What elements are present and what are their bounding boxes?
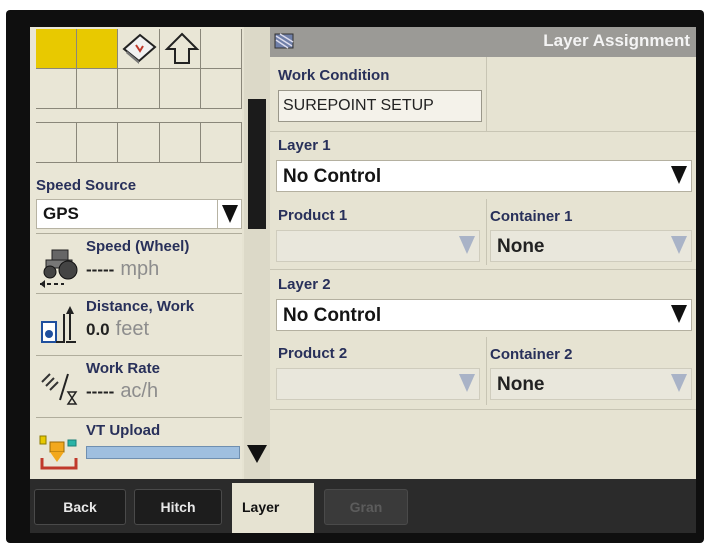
- tractor-icon: [40, 249, 78, 288]
- divider: [270, 269, 696, 270]
- product2-dropdown[interactable]: [276, 368, 480, 400]
- shortcut-up[interactable]: [159, 29, 201, 69]
- layer1-value: No Control: [283, 166, 382, 187]
- layer-assignment-panel: Layer Assignment Work Condition SUREPOIN…: [270, 27, 696, 479]
- dropdown-arrow-icon[interactable]: [669, 161, 691, 191]
- scrollbar[interactable]: [244, 27, 270, 479]
- work-rate-title: Work Rate: [86, 360, 160, 377]
- speed-readout[interactable]: Speed (Wheel) ----- mph: [36, 233, 242, 293]
- work-rate-icon: [41, 373, 78, 405]
- layer2-value: No Control: [283, 305, 382, 326]
- scrollbar-thumb[interactable]: [248, 99, 266, 229]
- page-icon: [122, 33, 157, 64]
- layer1-label: Layer 1: [278, 137, 331, 154]
- tab-gran[interactable]: Gran: [324, 489, 408, 525]
- shortcut-slot-15[interactable]: [200, 123, 242, 163]
- vt-upload-icon: [39, 435, 78, 470]
- divider: [486, 337, 487, 405]
- left-panel: Speed Source GPS Speed (Wheel) ----- mph: [30, 27, 242, 479]
- shortcut-slot-13[interactable]: [118, 123, 160, 163]
- back-button[interactable]: Back: [34, 489, 126, 525]
- shortcut-slot-10[interactable]: [200, 69, 242, 109]
- work-rate-value: ----- ac/h: [86, 380, 158, 403]
- scroll-down-icon[interactable]: [247, 445, 267, 463]
- layer2-label: Layer 2: [278, 276, 331, 293]
- dropdown-arrow-icon[interactable]: [669, 231, 691, 261]
- speed-source-label: Speed Source: [36, 177, 137, 194]
- arrow-up-icon: [164, 32, 200, 64]
- dropdown-arrow-icon[interactable]: [669, 300, 691, 330]
- shortcut-slot-2[interactable]: [77, 29, 119, 69]
- speed-number: -----: [86, 260, 115, 279]
- container1-dropdown[interactable]: None: [490, 230, 692, 262]
- page-header: Layer Assignment: [270, 27, 696, 57]
- page-title: Layer Assignment: [543, 31, 690, 50]
- dropdown-arrow-icon[interactable]: [457, 231, 479, 261]
- container1-label: Container 1: [490, 208, 573, 225]
- container2-dropdown[interactable]: None: [490, 368, 692, 400]
- container1-value: None: [497, 236, 545, 257]
- shortcut-slot-1[interactable]: [36, 29, 78, 69]
- speed-source-dropdown[interactable]: GPS: [36, 199, 242, 229]
- divider: [270, 409, 696, 410]
- vt-upload-progress: [86, 446, 240, 459]
- layer1-dropdown[interactable]: No Control: [276, 160, 692, 192]
- speed-unit: mph: [120, 258, 160, 280]
- header-icon: [274, 33, 294, 49]
- shortcut-page[interactable]: [118, 29, 160, 69]
- layer2-dropdown[interactable]: No Control: [276, 299, 692, 331]
- tab-layer[interactable]: Layer: [232, 483, 314, 533]
- dropdown-arrow-icon[interactable]: [217, 200, 241, 228]
- shortcut-slot-9[interactable]: [159, 69, 201, 109]
- grid-spacer: [200, 109, 242, 123]
- product1-dropdown[interactable]: [276, 230, 480, 262]
- speed-title: Speed (Wheel): [86, 238, 190, 255]
- distance-icon: [41, 306, 76, 343]
- grid-spacer: [77, 109, 119, 123]
- display-screen: Speed Source GPS Speed (Wheel) ----- mph: [30, 27, 696, 533]
- distance-number: 0.0: [86, 320, 110, 339]
- shortcut-grid: [36, 29, 242, 165]
- speed-value: ----- mph: [86, 258, 159, 281]
- work-condition-label: Work Condition: [278, 67, 390, 84]
- container2-label: Container 2: [490, 346, 573, 363]
- distance-readout[interactable]: Distance, Work 0.0 feet: [36, 293, 242, 355]
- work-rate-unit: ac/h: [120, 380, 159, 402]
- product1-label: Product 1: [278, 207, 348, 224]
- grid-spacer: [118, 109, 160, 123]
- work-rate-readout[interactable]: Work Rate ----- ac/h: [36, 355, 242, 417]
- container2-value: None: [497, 374, 545, 395]
- tab-hitch[interactable]: Hitch: [134, 489, 222, 525]
- shortcut-slot-7[interactable]: [77, 69, 119, 109]
- vt-upload-readout[interactable]: VT Upload: [36, 417, 242, 479]
- dropdown-arrow-icon[interactable]: [457, 369, 479, 399]
- speed-source-value: GPS: [43, 204, 79, 223]
- distance-unit: feet: [115, 318, 149, 340]
- product2-label: Product 2: [278, 345, 348, 362]
- grid-spacer: [36, 109, 78, 123]
- work-rate-number: -----: [86, 382, 115, 401]
- divider: [486, 199, 487, 265]
- divider: [270, 131, 696, 132]
- grid-spacer: [159, 109, 201, 123]
- distance-title: Distance, Work: [86, 298, 195, 315]
- distance-value: 0.0 feet: [86, 318, 149, 341]
- work-condition-field[interactable]: SUREPOINT SETUP: [278, 90, 482, 122]
- vt-upload-title: VT Upload: [86, 422, 161, 439]
- dropdown-arrow-icon[interactable]: [669, 369, 691, 399]
- shortcut-slot-5[interactable]: [200, 29, 242, 69]
- tab-bar: Back Hitch Layer Gran: [30, 479, 696, 533]
- shortcut-slot-8[interactable]: [118, 69, 160, 109]
- shortcut-slot-11[interactable]: [36, 123, 78, 163]
- shortcut-slot-14[interactable]: [159, 123, 201, 163]
- divider: [486, 57, 487, 131]
- shortcut-slot-12[interactable]: [77, 123, 119, 163]
- shortcut-slot-6[interactable]: [36, 69, 78, 109]
